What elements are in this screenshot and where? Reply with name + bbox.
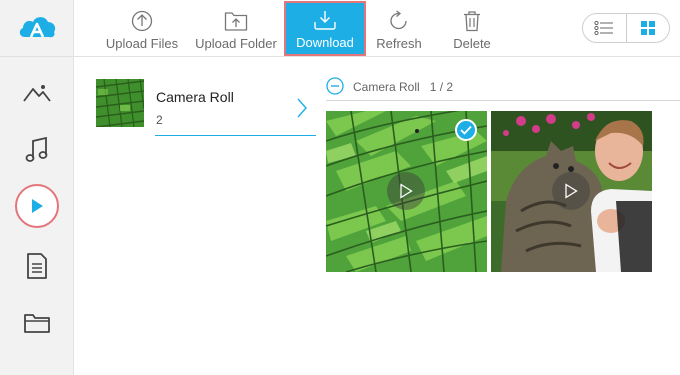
airmore-logo-icon: [19, 17, 55, 38]
delete-button[interactable]: Delete: [446, 4, 498, 54]
upload-folder-label: Upload Folder: [195, 36, 277, 51]
download-label: Download: [296, 35, 354, 50]
album-thumbnail: [96, 79, 144, 127]
sidebar-item-documents[interactable]: [0, 241, 73, 291]
album-underline: [155, 135, 316, 136]
toolbar: Upload Files Upload Folder Download Refr…: [74, 0, 680, 57]
list-view-button[interactable]: [583, 14, 626, 42]
refresh-label: Refresh: [376, 36, 422, 51]
sidebar-item-photos[interactable]: [0, 68, 73, 118]
grid-view-icon: [640, 21, 655, 35]
list-view-icon: [594, 20, 614, 36]
active-item-highlight: [14, 184, 59, 228]
selected-check[interactable]: [455, 119, 477, 141]
sidebar-item-videos[interactable]: [0, 181, 73, 231]
delete-label: Delete: [453, 36, 491, 51]
folder-icon: [23, 314, 50, 333]
music-note-icon: [25, 136, 47, 162]
view-mode-toggle: [582, 13, 670, 43]
trash-icon: [464, 11, 480, 32]
upload-icon: [131, 10, 153, 32]
upload-folder-icon: [224, 12, 248, 31]
sidebar-item-music[interactable]: [0, 125, 73, 175]
sidebar-item-files[interactable]: [0, 298, 73, 348]
album-count: 2: [156, 113, 163, 127]
breadcrumb-album: Camera Roll: [353, 80, 420, 94]
video-thumbnail[interactable]: [326, 111, 487, 272]
sidebar: [0, 0, 74, 375]
upload-files-label: Upload Files: [105, 36, 179, 51]
grid-view-button[interactable]: [625, 14, 670, 42]
album-item-camera-roll[interactable]: Camera Roll 2: [96, 79, 316, 137]
content-header: Camera Roll 1 / 2: [326, 74, 680, 101]
album-title: Camera Roll: [156, 89, 234, 105]
play-overlay[interactable]: [387, 172, 425, 210]
app-logo[interactable]: [0, 0, 73, 57]
play-icon: [565, 183, 578, 199]
document-icon: [26, 253, 47, 279]
video-thumbnail[interactable]: [491, 111, 652, 272]
play-icon: [31, 199, 43, 213]
download-icon: [314, 11, 336, 30]
upload-folder-button[interactable]: Upload Folder: [194, 4, 278, 54]
play-icon: [400, 183, 413, 199]
play-overlay[interactable]: [552, 172, 590, 210]
checkmark-icon: [460, 125, 472, 135]
page-indicator: 1 / 2: [429, 80, 454, 94]
chevron-right-icon: [297, 98, 307, 118]
refresh-icon: [390, 10, 407, 30]
refresh-button[interactable]: Refresh: [372, 4, 426, 54]
upload-files-button[interactable]: Upload Files: [105, 4, 179, 54]
breadcrumb: Camera Roll 1 / 2: [353, 80, 453, 94]
collapse-icon[interactable]: [326, 77, 344, 95]
download-button[interactable]: Download: [284, 1, 366, 56]
mountains-icon: [22, 85, 51, 102]
